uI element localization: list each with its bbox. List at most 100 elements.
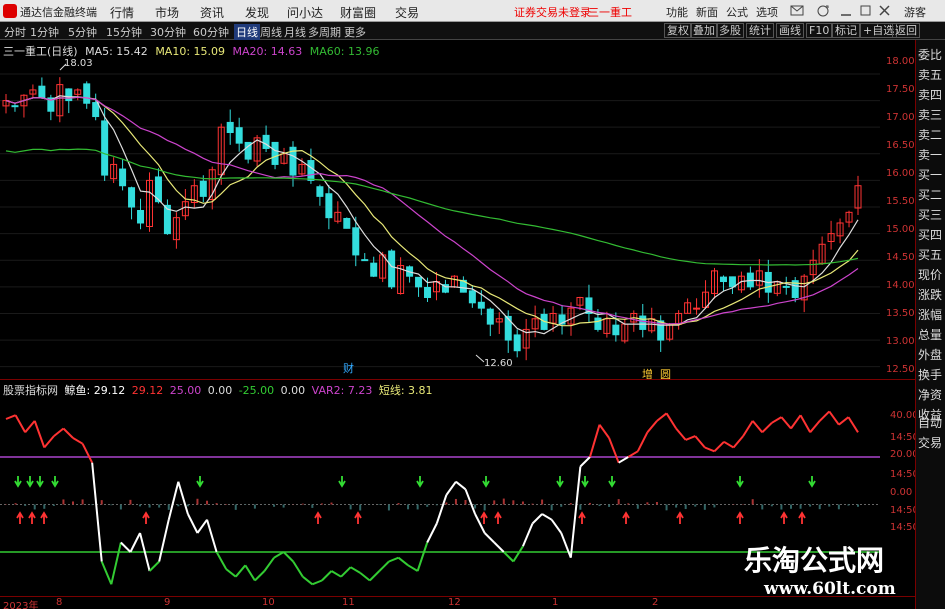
green-down-arrow <box>608 476 616 488</box>
jingyu-segment <box>282 551 294 563</box>
jingyu-segment <box>790 414 802 430</box>
jingyu-segment <box>522 523 534 547</box>
candle-body <box>325 193 333 219</box>
indicator-lines <box>5 410 859 586</box>
candle-body <box>352 227 360 256</box>
label-buy3[interactable]: 买三 <box>918 206 942 223</box>
event-finance[interactable]: 财 <box>343 360 354 376</box>
jingyu-segment <box>761 422 773 434</box>
label-sell4[interactable]: 卖四 <box>918 86 942 103</box>
jingyu-segment <box>129 532 141 553</box>
jingyu-segment <box>158 519 170 562</box>
jingyu-segment <box>713 441 725 453</box>
candle-body <box>477 301 485 309</box>
green-down-arrow <box>416 476 424 488</box>
green-down-arrow <box>338 476 346 488</box>
price-tick: 16.00 <box>886 168 915 179</box>
date-tick: 9 <box>164 597 171 608</box>
price-tick: 17.00 <box>886 112 915 123</box>
label-turnover[interactable]: 换手 <box>918 366 942 383</box>
jingyu-segment <box>254 570 266 582</box>
jingyu-segment <box>723 440 735 449</box>
jingyu-segment <box>512 545 524 563</box>
jingyu-segment <box>397 556 409 567</box>
price-tick: 15.00 <box>886 224 915 235</box>
label-price[interactable]: 现价 <box>918 266 942 283</box>
red-up-arrow <box>314 511 322 524</box>
indicator-name[interactable]: 股票指标网 <box>3 384 58 397</box>
price-tick: 14.00 <box>886 280 915 291</box>
jingyu-segment <box>550 519 563 534</box>
jingyu-segment <box>43 435 55 449</box>
jingyu-segment <box>742 420 754 437</box>
label-outer[interactable]: 外盘 <box>918 346 942 363</box>
jingyu-segment <box>426 523 438 543</box>
green-down-arrow <box>736 476 744 488</box>
jingyu-segment <box>464 488 477 515</box>
jingyu-segment <box>656 412 668 422</box>
jingyu-segment <box>378 560 390 572</box>
ma5-line <box>5 95 859 335</box>
label-change[interactable]: 涨跌 <box>918 286 942 303</box>
green-down-arrow <box>14 476 22 488</box>
jingyu-segment <box>234 564 247 578</box>
red-up-arrow <box>480 511 488 524</box>
candle-body <box>639 315 647 330</box>
candle-body <box>128 187 136 208</box>
jingyu-segment <box>445 481 457 496</box>
label-trade[interactable]: 交易 <box>918 434 942 451</box>
label-commission-ratio[interactable]: 委比 <box>918 46 942 63</box>
jingyu-segment <box>206 519 218 553</box>
candle-body <box>316 186 324 197</box>
green-down-arrow <box>556 476 564 488</box>
jingyu-segment <box>675 427 687 441</box>
jingyu-segment <box>5 414 16 420</box>
price-tick: 18.00 <box>886 56 915 67</box>
jingyu-segment <box>531 513 543 525</box>
label-volume[interactable]: 总量 <box>918 326 942 343</box>
label-buy5[interactable]: 买五 <box>918 246 942 263</box>
label-sell5[interactable]: 卖五 <box>918 66 942 83</box>
label-sell3[interactable]: 卖三 <box>918 106 942 123</box>
candle-body <box>388 250 396 288</box>
red-up-arrow <box>40 511 48 524</box>
candle-body <box>719 276 727 283</box>
label-buy4[interactable]: 买四 <box>918 226 942 243</box>
jingyu-segment <box>321 570 333 582</box>
candle-body <box>424 286 432 298</box>
jingyu-segment <box>579 456 591 468</box>
candle-body <box>612 324 620 336</box>
candle-body <box>361 259 369 262</box>
label-auto[interactable]: 自动 <box>918 414 942 431</box>
low-marker-line <box>475 354 485 363</box>
jingyu-segment <box>388 556 399 563</box>
label-change-pct[interactable]: 涨幅 <box>918 306 942 323</box>
jingyu-segment <box>177 481 189 515</box>
chart-title[interactable]: 三一重工(日线) <box>3 45 78 58</box>
red-up-arrow <box>494 511 502 524</box>
ind-value-1: 29.12 <box>131 384 164 397</box>
label-sell2[interactable]: 卖二 <box>918 126 942 143</box>
jingyu-segment <box>359 572 371 582</box>
label-sell1[interactable]: 卖一 <box>918 146 942 163</box>
jingyu-segment <box>81 443 94 464</box>
price-markers: 18.03 12.60 <box>59 58 513 369</box>
red-up-arrow <box>142 511 150 524</box>
candle-body <box>468 290 476 304</box>
ma-legend: 三一重工(日线) MA5: 15.42 MA10: 15.09 MA20: 14… <box>3 43 383 59</box>
jingyu-segment <box>608 437 620 464</box>
jingyu-segment <box>819 410 830 422</box>
watermark: 乐淘公式网 www.60lt.com <box>740 537 940 605</box>
jingyu-segment <box>91 462 103 562</box>
chart-canvas[interactable]: 18.03 12.60 <box>0 0 915 596</box>
date-tick: 2023年 <box>3 601 39 609</box>
jingyu-segment <box>311 579 323 586</box>
label-net-assets[interactable]: 净资 <box>918 386 942 403</box>
label-buy2[interactable]: 买二 <box>918 186 942 203</box>
jingyu-segment <box>148 560 160 572</box>
green-down-arrow <box>482 476 490 488</box>
ma20-value: MA20: 14.63 <box>232 45 303 58</box>
label-buy1[interactable]: 买一 <box>918 166 942 183</box>
candle-body <box>11 105 19 108</box>
green-down-arrow <box>51 476 59 488</box>
